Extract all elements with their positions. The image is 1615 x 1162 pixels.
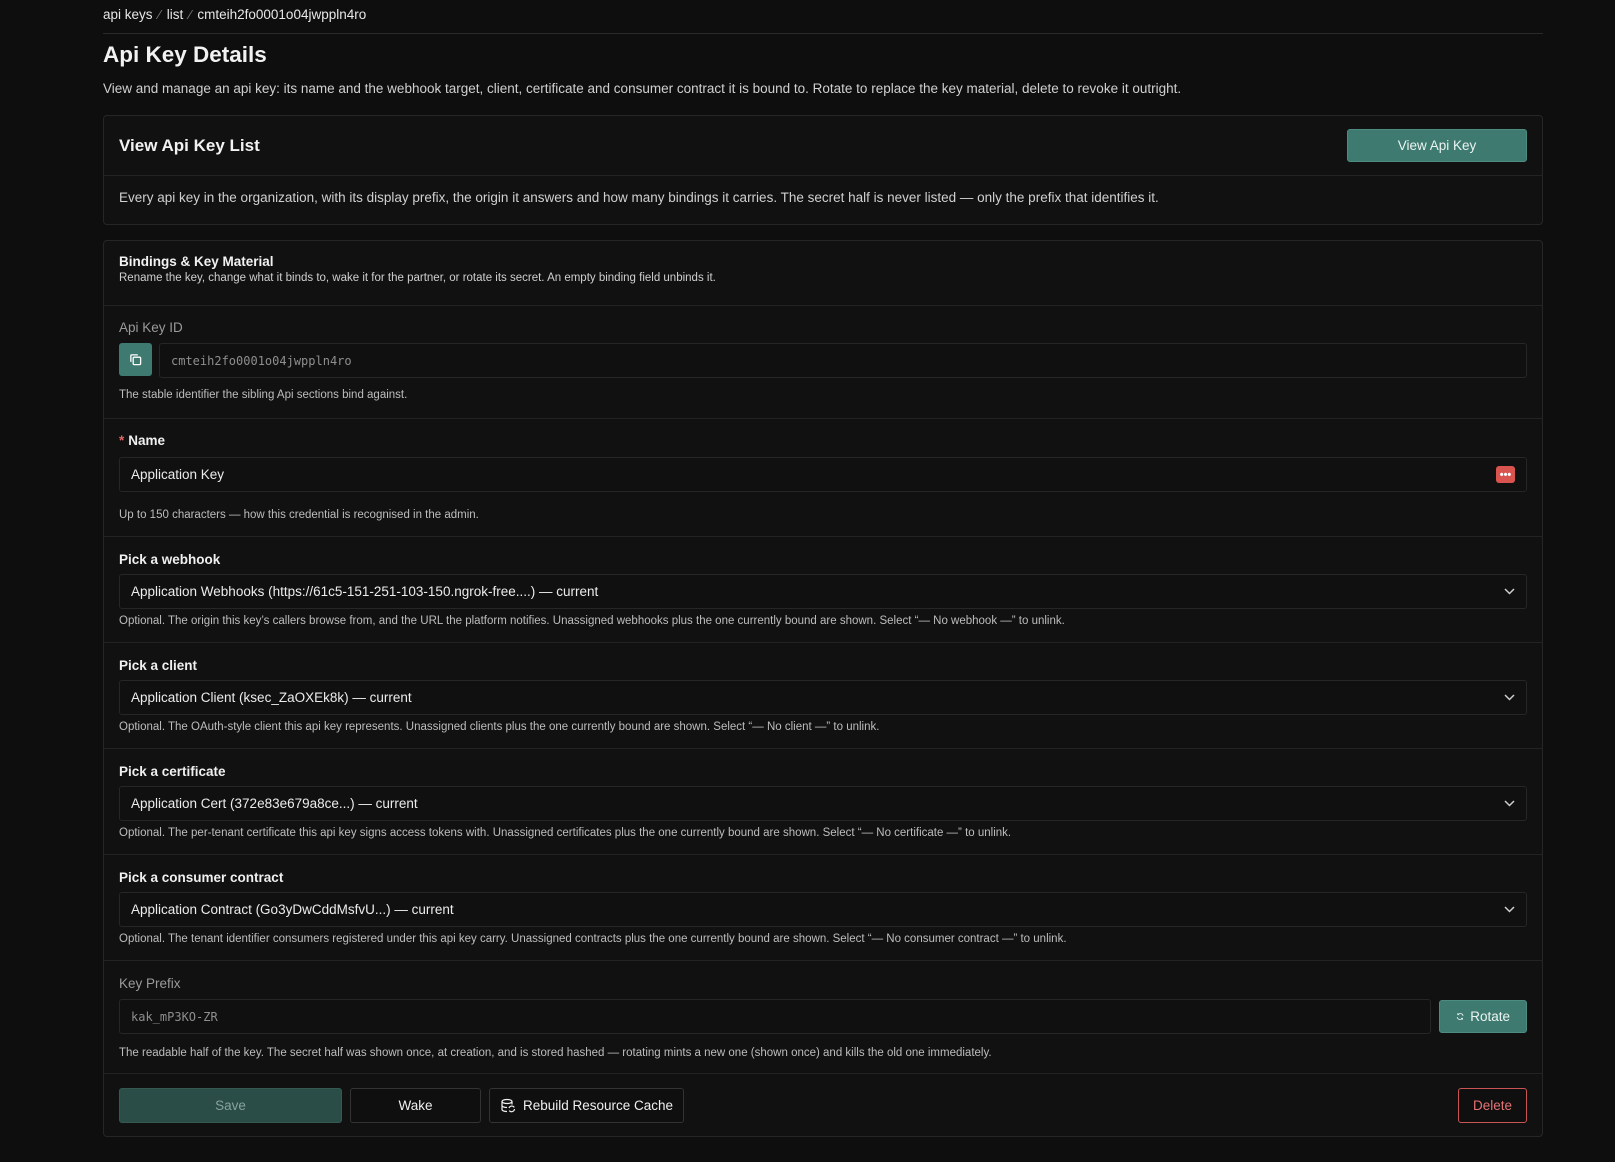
form-actions: Save Wake Rebuild Resource Cache Delete <box>104 1074 1542 1136</box>
certificate-select-value: Application Cert (372e83e679a8ce...) — c… <box>131 796 418 811</box>
header-divider <box>103 33 1543 34</box>
webhook-select-value: Application Webhooks (https://61c5-151-2… <box>131 584 599 599</box>
chevron-down-icon <box>1503 798 1515 810</box>
rotate-label: Rotate <box>1470 1009 1510 1024</box>
client-select[interactable]: Application Client (ksec_ZaOXEk8k) — cur… <box>119 680 1527 715</box>
wake-button[interactable]: Wake <box>350 1088 481 1123</box>
consumer-contract-help: Optional. The tenant identifier consumer… <box>119 933 1067 945</box>
client-select-value: Application Client (ksec_ZaOXEk8k) — cur… <box>131 690 412 705</box>
list-card-title: View Api Key List <box>119 135 260 155</box>
list-card-header: View Api Key List View Api Key <box>104 116 1542 176</box>
view-api-key-button[interactable]: View Api Key <box>1347 129 1527 162</box>
required-mark: * <box>119 433 125 448</box>
name-input-value: Application Key <box>131 467 225 482</box>
page: api keys ⁄ list ⁄ cmteih2fo0001o04jwppln… <box>103 0 1543 1137</box>
breadcrumb-separator: ⁄ <box>189 7 192 22</box>
certificate-select-field: Pick a certificate Application Cert (372… <box>104 749 1542 855</box>
name-help: Up to 150 characters — how this credenti… <box>119 509 479 521</box>
api-key-list-card: View Api Key List View Api Key Every api… <box>103 115 1543 225</box>
bindings-section-header: Bindings & Key Material Rename the key, … <box>104 241 1542 306</box>
chevron-down-icon <box>1503 586 1515 598</box>
api-key-id-field: Api Key ID cmteih2fo0001o04jwppln4ro The… <box>104 306 1542 419</box>
breadcrumb-current: cmteih2fo0001o04jwppln4ro <box>197 7 367 22</box>
page-title: Api Key Details <box>103 42 267 67</box>
key-prefix-input[interactable]: kak_mP3KO-ZR <box>119 999 1431 1034</box>
certificate-select[interactable]: Application Cert (372e83e679a8ce...) — c… <box>119 786 1527 821</box>
refresh-icon <box>1456 1013 1464 1020</box>
webhook-select-field: Pick a webhook Application Webhooks (htt… <box>104 537 1542 643</box>
key-prefix-help: The readable half of the key. The secret… <box>119 1047 992 1059</box>
more-dots-icon[interactable]: ••• <box>1496 466 1515 483</box>
key-prefix-field: Key Prefix kak_mP3KO-ZR Rotate The reada… <box>104 961 1542 1074</box>
name-input[interactable]: Application Key ••• <box>119 457 1527 492</box>
page-description: View and manage an api key: its name and… <box>103 81 1182 96</box>
rebuild-resource-cache-button[interactable]: Rebuild Resource Cache <box>489 1088 684 1123</box>
api-key-id-help: The stable identifier the sibling Api se… <box>119 389 408 401</box>
breadcrumb-api-keys[interactable]: api keys <box>103 7 153 22</box>
webhook-help: Optional. The origin this key’s callers … <box>119 615 1065 627</box>
consumer-contract-select-field: Pick a consumer contract Application Con… <box>104 855 1542 961</box>
rebuild-label: Rebuild Resource Cache <box>522 1098 674 1113</box>
breadcrumb-separator: ⁄ <box>158 7 161 22</box>
client-label: Pick a client <box>119 658 198 673</box>
api-key-id-input[interactable]: cmteih2fo0001o04jwppln4ro <box>159 343 1527 378</box>
copy-icon <box>130 354 142 366</box>
key-prefix-label: Key Prefix <box>119 976 181 991</box>
save-button[interactable]: Save <box>119 1088 342 1123</box>
delete-button[interactable]: Delete <box>1458 1088 1527 1123</box>
webhook-label: Pick a webhook <box>119 552 221 567</box>
certificate-label: Pick a certificate <box>119 764 226 779</box>
client-help: Optional. The OAuth-style client this ap… <box>119 721 880 733</box>
chevron-down-icon <box>1503 904 1515 916</box>
webhook-select[interactable]: Application Webhooks (https://61c5-151-2… <box>119 574 1527 609</box>
list-card-description: Every api key in the organization, with … <box>119 190 1159 205</box>
name-label-text: Name <box>128 433 166 448</box>
breadcrumb-list[interactable]: list <box>167 7 184 22</box>
name-field: * Name Application Key ••• Up to 150 char… <box>104 419 1542 537</box>
consumer-contract-label: Pick a consumer contract <box>119 870 284 885</box>
chevron-down-icon <box>1503 692 1515 704</box>
consumer-contract-select[interactable]: Application Contract (Go3yDwCddMsfvU...)… <box>119 892 1527 927</box>
bindings-form-card: Bindings & Key Material Rename the key, … <box>103 240 1543 1137</box>
database-refresh-icon <box>501 1098 516 1112</box>
rotate-button[interactable]: Rotate <box>1439 1000 1527 1033</box>
breadcrumb: api keys ⁄ list ⁄ cmteih2fo0001o04jwppln… <box>103 0 1543 29</box>
api-key-id-label: Api Key ID <box>119 320 183 335</box>
client-select-field: Pick a client Application Client (ksec_Z… <box>104 643 1542 749</box>
bindings-title: Bindings & Key Material <box>119 254 274 269</box>
name-label: * Name <box>119 433 1527 448</box>
copy-button[interactable] <box>119 343 152 376</box>
bindings-subtitle: Rename the key, change what it binds to,… <box>119 272 716 284</box>
consumer-contract-select-value: Application Contract (Go3yDwCddMsfvU...)… <box>131 902 454 917</box>
certificate-help: Optional. The per-tenant certificate thi… <box>119 827 1012 839</box>
